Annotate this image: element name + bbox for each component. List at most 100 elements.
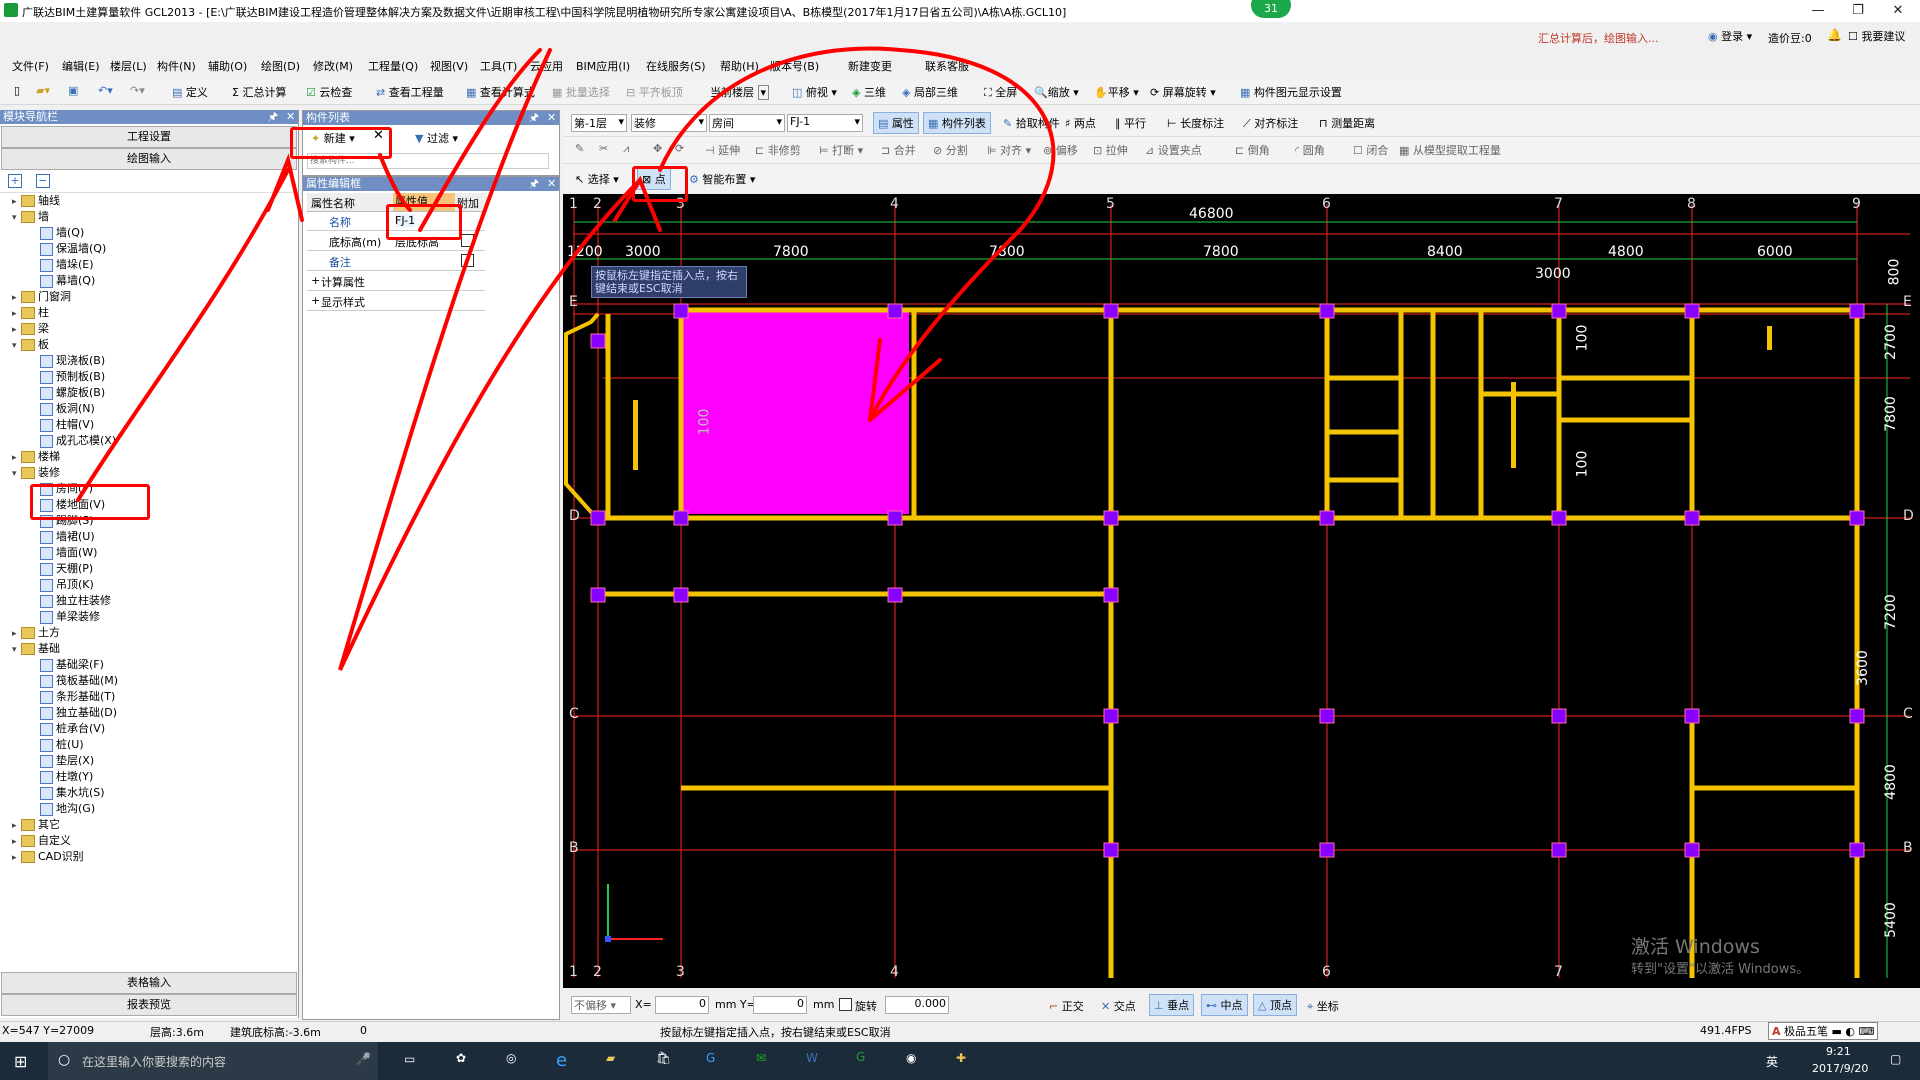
expand-icon[interactable]: +	[311, 274, 320, 287]
app-icon-4[interactable]: ◉	[906, 1051, 916, 1065]
expand-icon[interactable]: +	[311, 294, 320, 307]
align-dim-button[interactable]: ⟋ 对齐标注	[1243, 115, 1298, 131]
property-group-display[interactable]: + 显示样式	[307, 292, 485, 311]
extend-button[interactable]: ⊣ 延伸	[705, 142, 740, 158]
extra-checkbox[interactable]	[461, 254, 474, 267]
grip-button[interactable]: ⊿ 设置夹点	[1145, 142, 1202, 158]
mirror-icon[interactable]: ⩘	[623, 142, 629, 156]
floor-select[interactable]: 第-1层 ▾	[571, 114, 627, 132]
align-slab-top-button[interactable]: ⊟ 平齐板顶	[626, 84, 683, 100]
app-icon-3[interactable]: G	[706, 1051, 715, 1065]
minimize-button[interactable]: —	[1798, 0, 1838, 22]
draw-input-button[interactable]: 绘图输入	[1, 148, 297, 170]
y-input[interactable]: 0	[753, 996, 807, 1014]
tree-item-32[interactable]: 独立基础(D)	[40, 705, 117, 721]
clock-date[interactable]: 2017/9/20	[1812, 1062, 1868, 1075]
tree-item-17[interactable]: ▾ 装修	[12, 465, 60, 481]
login-button[interactable]: ◉ 登录 ▾	[1708, 28, 1752, 44]
report-preview-button[interactable]: 报表预览	[1, 994, 297, 1016]
tree-item-38[interactable]: 地沟(G)	[40, 801, 95, 817]
chamfer-button[interactable]: ⊏ 倒角	[1235, 142, 1270, 158]
tree-item-29[interactable]: 基础梁(F)	[40, 657, 104, 673]
ime-indicator[interactable]: A 极品五笔 ▬ ◐ ⌨	[1768, 1022, 1879, 1040]
expand-icon[interactable]: ▸	[12, 194, 21, 210]
ortho-button[interactable]: ⌐ 正交	[1049, 998, 1084, 1014]
restore-button[interactable]: ❐	[1838, 0, 1878, 22]
task-view-icon[interactable]: ▭	[404, 1052, 415, 1066]
collapse-icon[interactable]: ▾	[12, 466, 21, 482]
pin-icon[interactable]: 🖈	[268, 110, 278, 124]
tree-item-24[interactable]: 吊顶(K)	[40, 577, 94, 593]
edge-icon[interactable]: e	[556, 1050, 567, 1071]
smart-layout-button[interactable]: ⚙ 智能布置 ▾	[689, 171, 755, 187]
select-button[interactable]: ↖ 选择 ▾	[575, 171, 619, 187]
menu-tools[interactable]: 工具(T)	[480, 58, 517, 74]
tree-item-14[interactable]: 柱帽(V)	[40, 417, 94, 433]
top-view-button[interactable]: ◫ 俯视 ▾	[792, 84, 837, 100]
tree-item-2[interactable]: 墙(Q)	[40, 225, 84, 241]
start-icon[interactable]: ⊞	[14, 1052, 27, 1071]
tree-item-33[interactable]: 桩承台(V)	[40, 721, 105, 737]
collapse-icon[interactable]: ▾	[12, 338, 21, 354]
midpoint-button[interactable]: ⊷ 中点	[1201, 994, 1248, 1016]
panel-close-icon[interactable]: ✕	[547, 111, 556, 125]
notification-icon[interactable]: ▢	[1890, 1052, 1901, 1066]
menu-quantity[interactable]: 工程量(Q)	[368, 58, 418, 74]
screen-rotate-button[interactable]: ⟳ 屏幕旋转 ▾	[1150, 84, 1216, 100]
price-bean[interactable]: 造价豆:0	[1768, 30, 1812, 46]
cad-canvas[interactable]: 1 2 3 4 5 6 7 8 9 1 2 3 4 6 7 E D C B E …	[563, 194, 1920, 988]
app-icon-1[interactable]: ✿	[456, 1051, 466, 1065]
word-icon[interactable]: W	[806, 1051, 818, 1065]
menu-floor[interactable]: 楼层(L)	[110, 58, 147, 74]
zoom-button[interactable]: 🔍缩放 ▾	[1034, 84, 1079, 100]
pin-icon[interactable]: 🖈	[529, 177, 539, 191]
pen-icon[interactable]: ✎	[575, 142, 584, 155]
tree-item-35[interactable]: 垫层(X)	[40, 753, 94, 769]
project-settings-button[interactable]: 工程设置	[1, 126, 297, 148]
tree-item-39[interactable]: ▸ 其它	[12, 817, 60, 833]
length-dim-button[interactable]: ⊢ 长度标注	[1167, 115, 1224, 131]
view-quantity-button[interactable]: ⇄ 查看工程量	[376, 84, 444, 100]
app-icon-5[interactable]: ✚	[956, 1051, 966, 1065]
collapse-icon[interactable]: ▾	[12, 642, 21, 658]
category-select[interactable]: 装修 ▾	[631, 114, 707, 132]
menu-view[interactable]: 视图(V)	[430, 58, 468, 74]
menu-version[interactable]: 版本号(B)	[770, 58, 819, 74]
cortana-search[interactable]: ○ 在这里输入你要搜索的内容 🎤	[48, 1042, 378, 1080]
parallel-button[interactable]: ∥ 平行	[1115, 115, 1146, 131]
menu-help[interactable]: 帮助(H)	[720, 58, 759, 74]
tree-item-21[interactable]: 墙裙(U)	[40, 529, 95, 545]
pick-component-button[interactable]: ✎ 拾取构件	[1003, 115, 1060, 131]
pin-icon[interactable]: 🖈	[529, 111, 539, 125]
tree-item-6[interactable]: ▸ 门窗洞	[12, 289, 71, 305]
tree-item-37[interactable]: 集水坑(S)	[40, 785, 105, 801]
tree-item-5[interactable]: 幕墙(Q)	[40, 273, 95, 289]
expand-icon[interactable]: ▸	[12, 322, 21, 338]
tree-item-27[interactable]: ▸ 土方	[12, 625, 60, 641]
explorer-icon[interactable]: ▰	[606, 1051, 615, 1065]
expand-icon[interactable]: ▸	[12, 850, 21, 866]
expand-icon[interactable]: ▸	[12, 834, 21, 850]
extra-checkbox[interactable]	[461, 234, 474, 247]
menu-cloud[interactable]: 云应用	[530, 58, 563, 74]
tree-item-30[interactable]: 筏板基础(M)	[40, 673, 118, 689]
menu-bim[interactable]: BIM应用(I)	[576, 58, 630, 74]
two-point-button[interactable]: ♯ 两点	[1065, 115, 1096, 131]
component-select[interactable]: FJ-1 ▾	[787, 114, 863, 132]
rotate-tool-icon[interactable]: ⟳	[675, 142, 684, 155]
stretch-button[interactable]: ⊡ 拉伸	[1093, 142, 1128, 158]
mic-icon[interactable]: 🎤	[356, 1052, 371, 1066]
table-input-button[interactable]: 表格输入	[1, 972, 297, 994]
perpendicular-button[interactable]: ⊥ 垂点	[1149, 994, 1195, 1016]
menu-component[interactable]: 构件(N)	[157, 58, 196, 74]
notification-badge[interactable]: 31	[1251, 0, 1291, 18]
fullscreen-button[interactable]: ⛶ 全屏	[984, 84, 1017, 100]
3d-button[interactable]: ◈ 三维	[852, 84, 886, 100]
menu-online[interactable]: 在线服务(S)	[646, 58, 706, 74]
suggest-button[interactable]: ☐ 我要建议	[1848, 28, 1905, 44]
break-button[interactable]: ⊨ 打断 ▾	[819, 142, 863, 158]
expand-icon[interactable]: ▸	[12, 290, 21, 306]
tree-item-41[interactable]: ▸ CAD识别	[12, 849, 84, 865]
wechat-icon[interactable]: ✉	[756, 1051, 766, 1065]
tree-item-3[interactable]: 保温墙(Q)	[40, 241, 106, 257]
